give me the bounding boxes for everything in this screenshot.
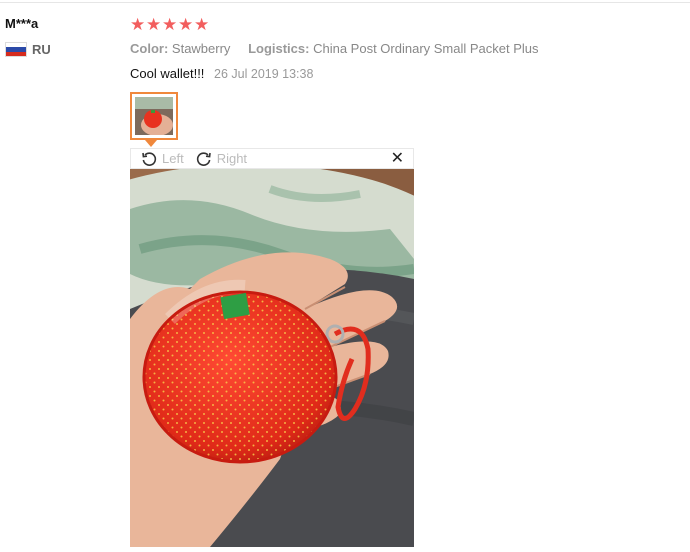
star-icon: ★ <box>146 15 162 34</box>
star-icon: ★ <box>162 15 178 34</box>
photo-thumbnail[interactable] <box>130 92 178 140</box>
review-photo-image <box>130 169 414 547</box>
top-divider <box>0 2 690 3</box>
logistics-label: Logistics: <box>248 41 310 56</box>
star-icon: ★ <box>178 15 194 34</box>
color-value: Stawberry <box>171 41 231 56</box>
review-attributes: Color: Stawberry Logistics: China Post O… <box>130 41 553 56</box>
color-label: Color: <box>130 41 169 56</box>
rotate-left-label: Left <box>162 151 184 166</box>
rating-stars: ★ ★ ★ ★ ★ <box>130 15 210 34</box>
image-viewer-toolbar: Left Right ✕ <box>130 148 414 169</box>
star-icon: ★ <box>194 15 210 34</box>
rotate-right-button[interactable]: Right <box>196 151 247 167</box>
review-date: 26 Jul 2019 13:38 <box>214 67 314 81</box>
thumbnail-active-caret <box>145 140 157 147</box>
reviewer-country: RU <box>5 42 51 57</box>
rotate-right-label: Right <box>216 151 248 166</box>
logistics-value: China Post Ordinary Small Packet Plus <box>313 41 539 56</box>
close-icon[interactable]: ✕ <box>391 150 404 168</box>
rotate-left-button[interactable]: Left <box>141 151 184 167</box>
review-text: Cool wallet!!! <box>130 66 205 81</box>
russia-flag-icon <box>5 42 27 57</box>
review-body: Cool wallet!!! 26 Jul 2019 13:38 <box>130 66 313 81</box>
thumbnail-image <box>135 97 173 135</box>
star-icon: ★ <box>130 15 146 34</box>
review-photo <box>130 169 414 547</box>
rotate-right-icon <box>196 151 211 166</box>
reviewer-name: M***a <box>5 16 39 31</box>
rotate-left-icon <box>142 151 157 166</box>
country-code: RU <box>32 42 51 57</box>
